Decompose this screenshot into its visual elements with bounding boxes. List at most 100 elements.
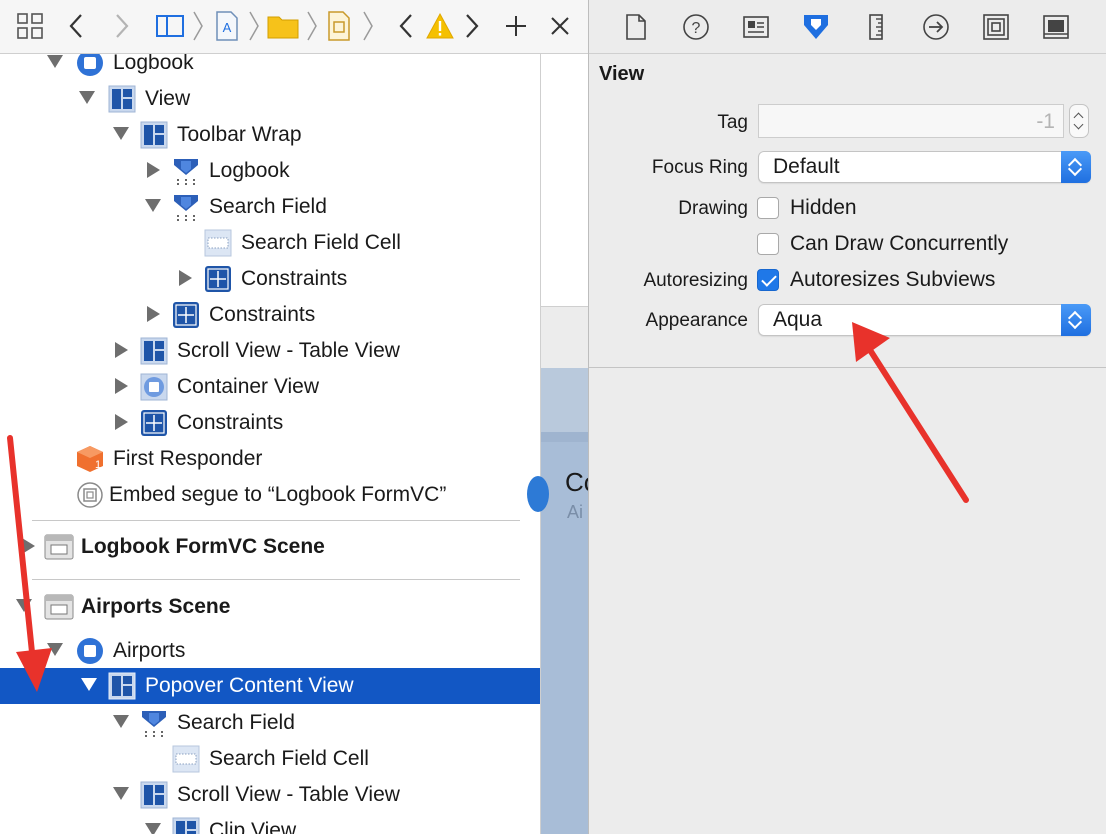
svg-text:?: ? <box>692 20 701 37</box>
appearance-label: Appearance <box>645 310 748 331</box>
disclosure-triangle-icon[interactable] <box>115 342 128 358</box>
outline-row-label: First Responder <box>113 447 263 470</box>
outline-row-label: Clip View <box>209 819 297 834</box>
outline-row-constraints[interactable]: Constraints <box>0 297 540 333</box>
file-inspector-icon[interactable] <box>619 10 653 44</box>
outline-row-scroll-view[interactable]: Scroll View - Table View <box>0 333 540 369</box>
view-controller-icon <box>76 637 104 665</box>
outline-row-label: Search Field Cell <box>241 231 401 254</box>
outline-row-label: Toolbar Wrap <box>177 123 302 146</box>
disclosure-triangle-icon[interactable] <box>115 378 128 394</box>
disclosure-triangle-icon[interactable] <box>113 715 129 728</box>
outline-row-constraints[interactable]: Constraints <box>0 261 540 297</box>
document-outline-toggle-icon[interactable] <box>154 6 186 46</box>
disclosure-triangle-icon[interactable] <box>22 538 35 554</box>
folder-icon[interactable] <box>266 6 300 46</box>
outline-row-search-field-cell[interactable]: Search Field Cell <box>0 741 540 777</box>
disclosure-triangle-icon[interactable] <box>147 162 160 178</box>
outline-row-clip-view[interactable]: Clip View <box>0 813 540 834</box>
view-icon <box>172 817 200 834</box>
inspector-tab-bar: ? <box>589 0 1106 54</box>
tag-stepper[interactable] <box>1069 104 1089 138</box>
disclosure-triangle-icon[interactable] <box>113 127 129 140</box>
disclosure-triangle-icon[interactable] <box>79 91 95 104</box>
view-controller-icon <box>76 54 104 77</box>
bindings-inspector-icon[interactable] <box>979 10 1013 44</box>
disclosure-triangle-icon[interactable] <box>115 414 128 430</box>
tag-value: -1 <box>1036 110 1055 133</box>
outline-row-label: Constraints <box>177 411 284 434</box>
previous-issue-icon[interactable] <box>394 6 418 46</box>
autoresizes-subviews-checkbox[interactable] <box>757 269 779 291</box>
outline-row-popover-content-view[interactable]: Popover Content View <box>0 668 540 704</box>
document-outline: Logbook View Toolbar Wrap Logbook Search… <box>0 54 540 834</box>
outline-row-logbook-custom[interactable]: Logbook <box>0 153 540 189</box>
can-draw-concurrently-checkbox[interactable] <box>757 233 779 255</box>
scene-separator <box>32 520 520 521</box>
custom-view-icon <box>140 709 168 737</box>
disclosure-triangle-icon[interactable] <box>16 599 32 612</box>
focus-ring-popup[interactable]: Default <box>758 151 1091 183</box>
outline-row-label: Search Field Cell <box>209 747 369 770</box>
outline-row-first-responder[interactable]: 1 First Responder <box>0 441 540 477</box>
add-editor-icon[interactable] <box>502 6 530 46</box>
connections-inspector-icon[interactable] <box>919 10 953 44</box>
outline-row-search-field[interactable]: Search Field <box>0 705 540 741</box>
disclosure-triangle-icon[interactable] <box>47 55 63 68</box>
outline-row-airports-scene[interactable]: Airports Scene <box>0 589 540 625</box>
disclosure-triangle-icon[interactable] <box>145 823 161 834</box>
quick-help-icon[interactable]: ? <box>679 10 713 44</box>
view-icon <box>140 121 168 149</box>
outline-row-airports-vc[interactable]: Airports <box>0 633 540 669</box>
next-issue-icon[interactable] <box>460 6 484 46</box>
outline-row-toolbar-wrap[interactable]: Toolbar Wrap <box>0 117 540 153</box>
outline-row-embed-segue[interactable]: Embed segue to “Logbook FormVC” <box>0 477 540 513</box>
identity-inspector-icon[interactable] <box>739 10 773 44</box>
disclosure-triangle-icon[interactable] <box>113 787 129 800</box>
outline-row-container-view[interactable]: Container View <box>0 369 540 405</box>
appearance-popup[interactable]: Aqua <box>758 304 1091 336</box>
disclosure-triangle-icon[interactable] <box>47 643 63 656</box>
project-file-icon[interactable]: A <box>212 6 242 46</box>
attributes-inspector-icon[interactable] <box>799 10 833 44</box>
outline-row-search-field-cell[interactable]: Search Field Cell <box>0 225 540 261</box>
disclosure-triangle-icon[interactable] <box>147 306 160 322</box>
related-items-icon[interactable] <box>14 6 46 46</box>
disclosure-triangle-icon[interactable] <box>179 270 192 286</box>
breadcrumb-chevron-icon <box>306 10 318 42</box>
outline-row-label: Container View <box>177 375 320 398</box>
outline-row-logbook-vc[interactable]: Logbook <box>0 54 540 81</box>
constraints-icon <box>204 265 232 293</box>
first-responder-icon: 1 <box>76 445 104 473</box>
outline-row-label: Logbook <box>209 159 290 182</box>
outline-row-view[interactable]: View <box>0 81 540 117</box>
navigator-jump-bar: A <box>0 0 588 54</box>
tag-field[interactable]: -1 <box>758 104 1064 138</box>
outline-row-constraints[interactable]: Constraints <box>0 405 540 441</box>
cell-icon <box>172 745 200 773</box>
storyboard-file-icon[interactable] <box>324 6 354 46</box>
size-inspector-icon[interactable] <box>859 10 893 44</box>
custom-view-icon <box>172 157 200 185</box>
outline-row-label: Constraints <box>209 303 316 326</box>
hidden-checkbox-label: Hidden <box>790 196 857 219</box>
attributes-inspector: ? View Tag -1 Focus Ring Default Drawing… <box>589 0 1106 834</box>
close-editor-icon[interactable] <box>546 6 574 46</box>
hidden-checkbox[interactable] <box>757 197 779 219</box>
outline-row-label: Airports <box>113 639 186 662</box>
breadcrumb-chevron-icon <box>192 10 204 42</box>
canvas-subtext: Ai <box>567 502 584 522</box>
disclosure-triangle-icon[interactable] <box>145 199 161 212</box>
disclosure-triangle-icon[interactable] <box>81 678 97 691</box>
outline-row-logbook-formvc-scene[interactable]: Logbook FormVC Scene <box>0 529 540 565</box>
warning-icon[interactable] <box>424 6 456 46</box>
breadcrumb-chevron-icon <box>362 10 374 42</box>
outline-row-search-field[interactable]: Search Field <box>0 189 540 225</box>
outline-row-scroll-view[interactable]: Scroll View - Table View <box>0 777 540 813</box>
back-arrow-icon[interactable] <box>62 6 90 46</box>
inspector-divider <box>589 367 1106 368</box>
focus-ring-value: Default <box>773 155 840 178</box>
forward-arrow-icon[interactable] <box>108 6 136 46</box>
appearance-value: Aqua <box>773 308 823 331</box>
view-effects-inspector-icon[interactable] <box>1039 10 1073 44</box>
